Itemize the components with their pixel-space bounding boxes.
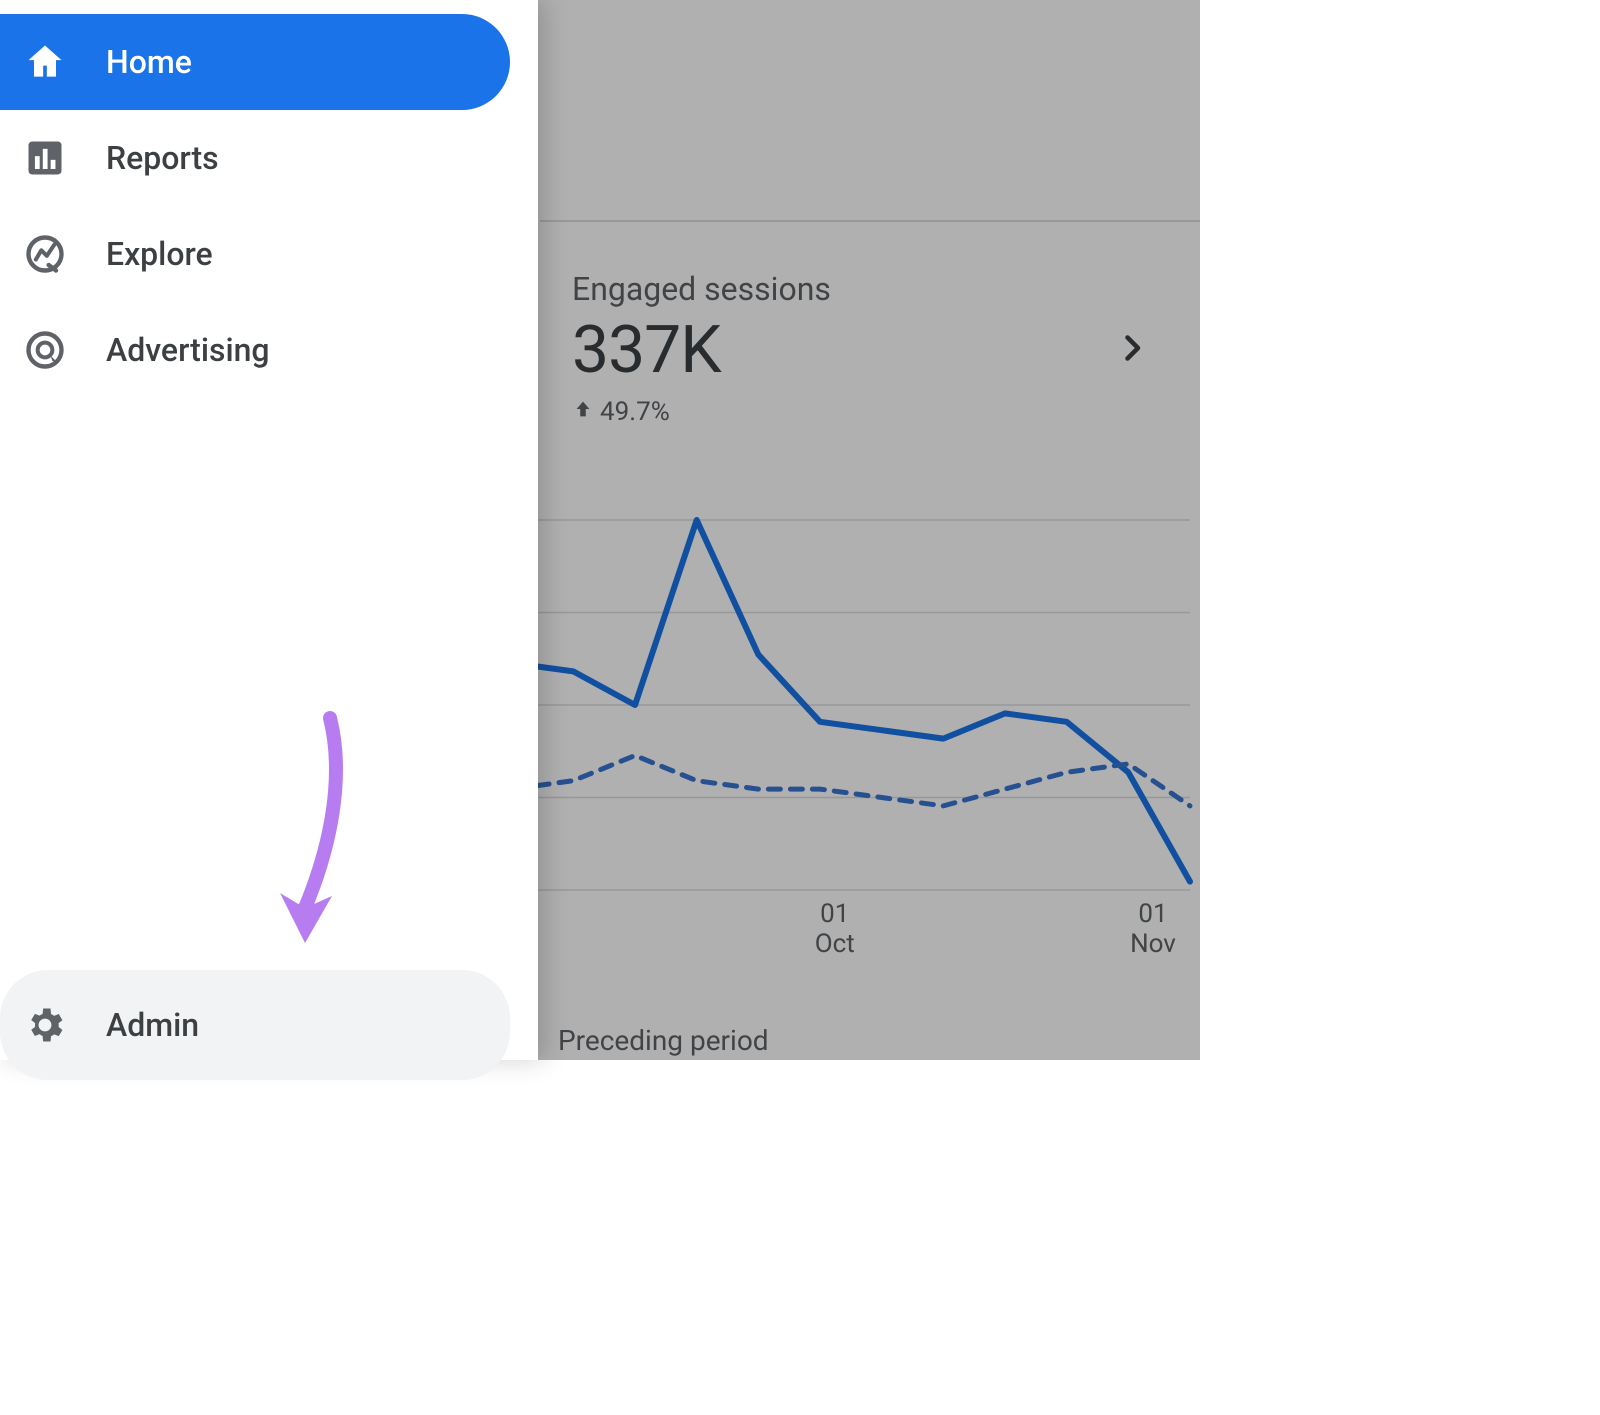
chevron-right-icon	[1114, 351, 1150, 370]
sidebar-item-label: Explore	[106, 235, 213, 273]
legend-preceding: Preceding period	[558, 1024, 769, 1057]
sidebar-item-explore[interactable]: Explore	[0, 206, 510, 302]
metric-more-button[interactable]	[1114, 330, 1150, 370]
svg-text:01: 01	[820, 899, 849, 929]
metric-delta: 49.7%	[572, 397, 831, 427]
metric-title: Engaged sessions	[572, 270, 831, 308]
sidebar-item-home[interactable]: Home	[0, 14, 510, 110]
divider	[540, 220, 1200, 222]
metric-delta-value: 49.7%	[600, 397, 670, 427]
svg-text:01: 01	[1138, 899, 1167, 929]
svg-text:Oct: Oct	[815, 929, 855, 959]
sidebar-item-label: Admin	[106, 1006, 199, 1044]
arrow-up-icon	[572, 397, 594, 427]
sidebar-item-label: Advertising	[106, 331, 270, 369]
chart: p01Oct01Nov	[450, 510, 1190, 960]
sidebar-item-advertising[interactable]: Advertising	[0, 302, 510, 398]
sidebar-item-admin[interactable]: Admin	[0, 970, 510, 1080]
target-icon	[22, 327, 68, 373]
metric-card[interactable]: Engaged sessions 337K 49.7%	[572, 270, 831, 427]
home-icon	[22, 39, 68, 85]
explore-icon	[22, 231, 68, 277]
metric-value: 337K	[572, 312, 831, 389]
sidebar-item-reports[interactable]: Reports	[0, 110, 510, 206]
sidebar-item-label: Home	[106, 43, 192, 81]
bar-chart-icon	[22, 135, 68, 181]
gear-icon	[22, 1002, 68, 1048]
sidebar-item-label: Reports	[106, 139, 219, 177]
sidebar: Home Reports Explore Advertising	[0, 0, 538, 1060]
svg-text:Nov: Nov	[1130, 929, 1176, 959]
